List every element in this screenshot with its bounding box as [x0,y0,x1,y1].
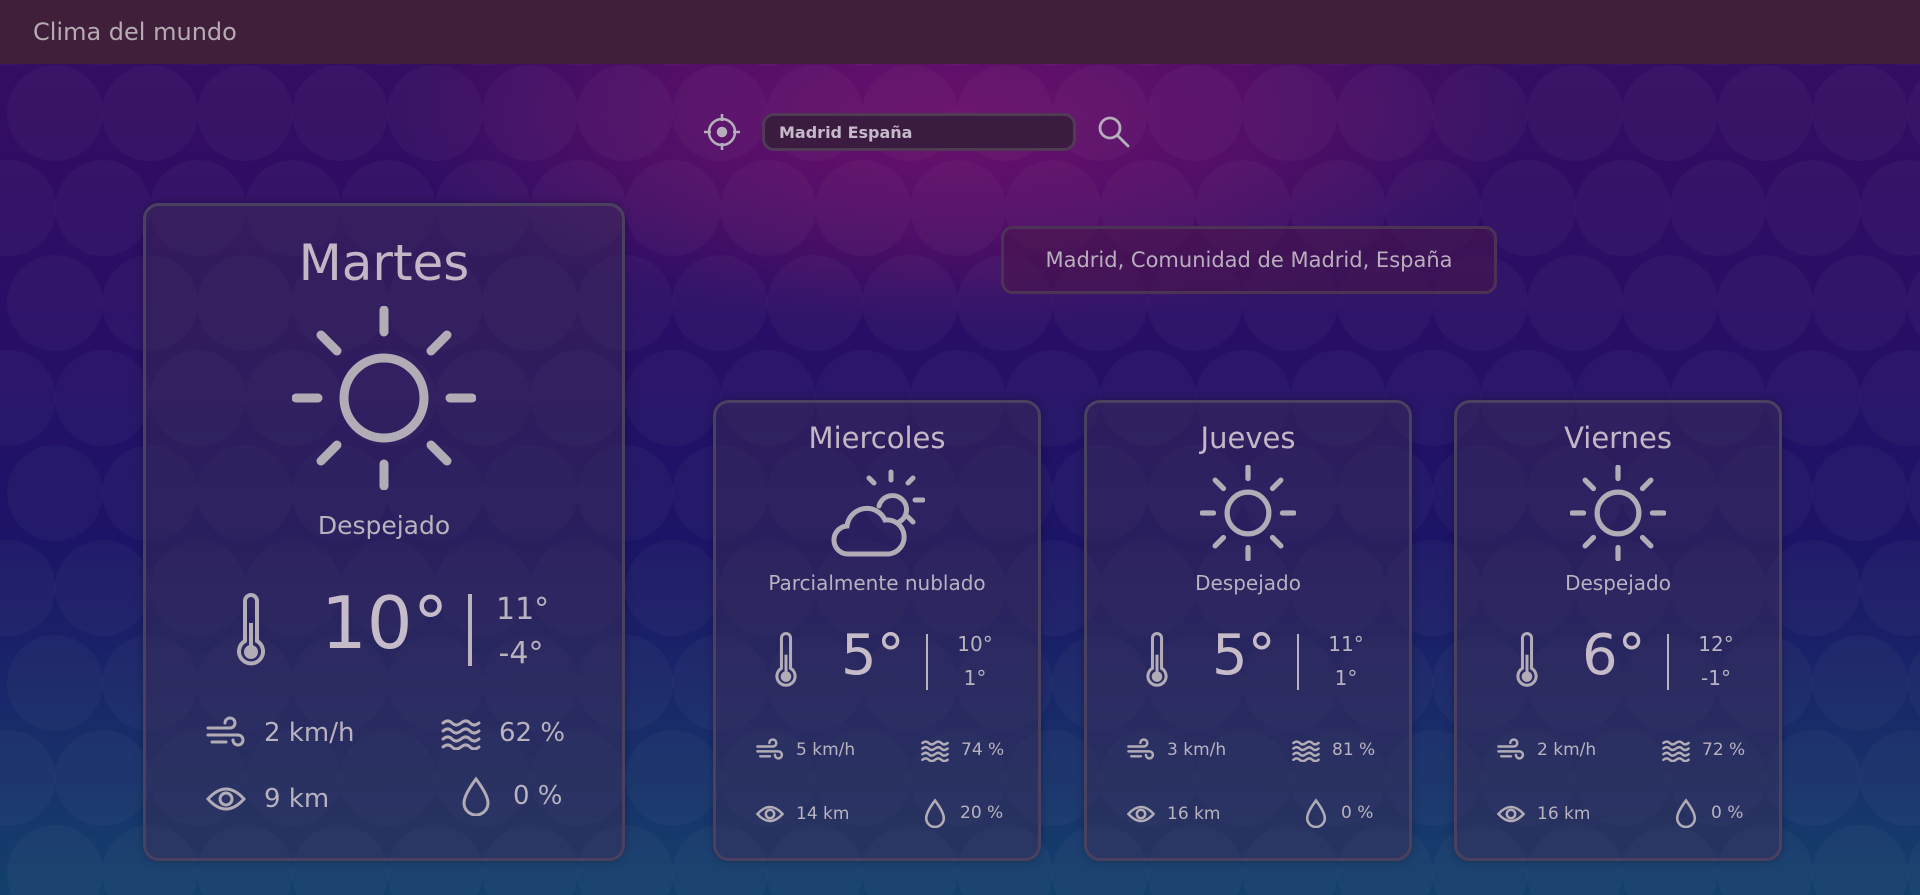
eye-icon [1497,805,1525,823]
humidity-value: 72 % [1702,740,1746,760]
humidity-stat: 81 % [1292,738,1375,762]
temp-high: 12° [1698,632,1734,656]
location-label: Madrid, Comunidad de Madrid, España [1001,226,1497,294]
sun-icon [1570,465,1666,561]
visibility-value: 16 km [1167,804,1221,824]
visibility-value: 9 km [264,784,330,814]
wind-icon [756,738,784,760]
divider [468,594,472,666]
drop-icon [924,798,946,828]
temperature: 6° [1582,623,1646,688]
temperature: 5° [1212,623,1276,688]
humidity-stat: 72 % [1662,738,1745,762]
visibility-value: 14 km [796,804,850,824]
wind-icon [1127,738,1155,760]
wind-icon [1497,738,1525,760]
temp-high: 11° [1328,632,1364,656]
drop-icon [1305,798,1327,828]
temp-low: -1° [1701,666,1731,690]
wind-value: 2 km/h [1537,740,1597,760]
wind-icon [206,716,245,747]
condition-text: Despejado [1195,571,1301,595]
search-bar [700,110,1134,154]
day-name: Viernes [1564,421,1672,455]
thermometer-icon [237,593,265,666]
divider [926,634,928,690]
eye-icon [1127,805,1155,823]
precipitation-stat: 0 % [1675,798,1743,828]
day-name: Jueves [1200,421,1296,455]
current-temperature: 10° [321,581,449,665]
humidity-waves-icon [1662,740,1690,762]
humidity-value: 81 % [1332,740,1376,760]
wind-stat: 3 km/h [1127,738,1226,762]
divider [1297,634,1299,690]
sun-icon [1200,465,1296,561]
visibility-stat: 14 km [756,803,849,825]
today-card: Martes Despejado 10° 11° -4° 2 km/h 62 %… [143,203,625,861]
sun-icon [292,306,476,490]
condition-text: Despejado [1565,571,1671,595]
humidity-waves-icon [441,719,481,750]
locate-button[interactable] [700,110,744,154]
temp-high: 10° [957,632,993,656]
precipitation-value: 20 % [960,803,1004,823]
wind-stat: 5 km/h [756,738,855,762]
humidity-waves-icon [921,740,949,762]
forecast-card: Miercoles Parcialmente nublado 5° 10° 1°… [713,400,1041,861]
temperature: 5° [841,623,905,688]
visibility-value: 16 km [1537,804,1591,824]
crosshair-icon [704,114,740,150]
eye-icon [756,805,784,823]
eye-icon [206,787,246,811]
humidity-value: 62 % [499,718,566,748]
search-input[interactable] [762,113,1076,151]
forecast-card: Jueves Despejado 5° 11° 1° 3 km/h 81 % 1… [1084,400,1412,861]
wind-value: 2 km/h [264,718,355,748]
visibility-stat: 16 km [1497,803,1590,825]
thermometer-icon [1516,632,1538,687]
divider [1667,634,1669,690]
temp-low: 1° [1334,666,1358,690]
humidity-stat: 62 % [441,716,565,750]
precipitation-stat: 20 % [924,798,1003,828]
search-button[interactable] [1094,110,1134,154]
app-title: Clima del mundo [33,18,237,46]
day-name: Martes [298,234,470,292]
precipitation-stat: 0 % [1305,798,1373,828]
search-icon [1098,116,1130,148]
temp-low: -4° [498,636,544,671]
thermometer-icon [775,632,797,687]
wind-stat: 2 km/h [206,716,354,750]
temp-low: 1° [963,666,987,690]
location-text: Madrid, Comunidad de Madrid, España [1045,248,1453,272]
wind-value: 3 km/h [1167,740,1227,760]
wind-value: 5 km/h [796,740,856,760]
condition-text: Despejado [317,511,451,540]
day-name: Miercoles [808,421,946,455]
drop-icon [1675,798,1697,828]
partly-cloudy-icon [831,469,925,557]
visibility-stat: 9 km [206,784,329,814]
condition-text: Parcialmente nublado [768,571,986,595]
humidity-value: 74 % [961,740,1005,760]
precipitation-stat: 0 % [461,776,563,816]
precipitation-value: 0 % [1341,803,1374,823]
temp-high: 11° [496,592,550,627]
drop-icon [462,776,490,816]
precipitation-value: 0 % [513,781,563,811]
humidity-stat: 74 % [921,738,1004,762]
thermometer-icon [1146,632,1168,687]
wind-stat: 2 km/h [1497,738,1596,762]
humidity-waves-icon [1292,740,1320,762]
precipitation-value: 0 % [1711,803,1744,823]
visibility-stat: 16 km [1127,803,1220,825]
app-header: Clima del mundo [0,0,1920,64]
forecast-card: Viernes Despejado 6° 12° -1° 2 km/h 72 %… [1454,400,1782,861]
